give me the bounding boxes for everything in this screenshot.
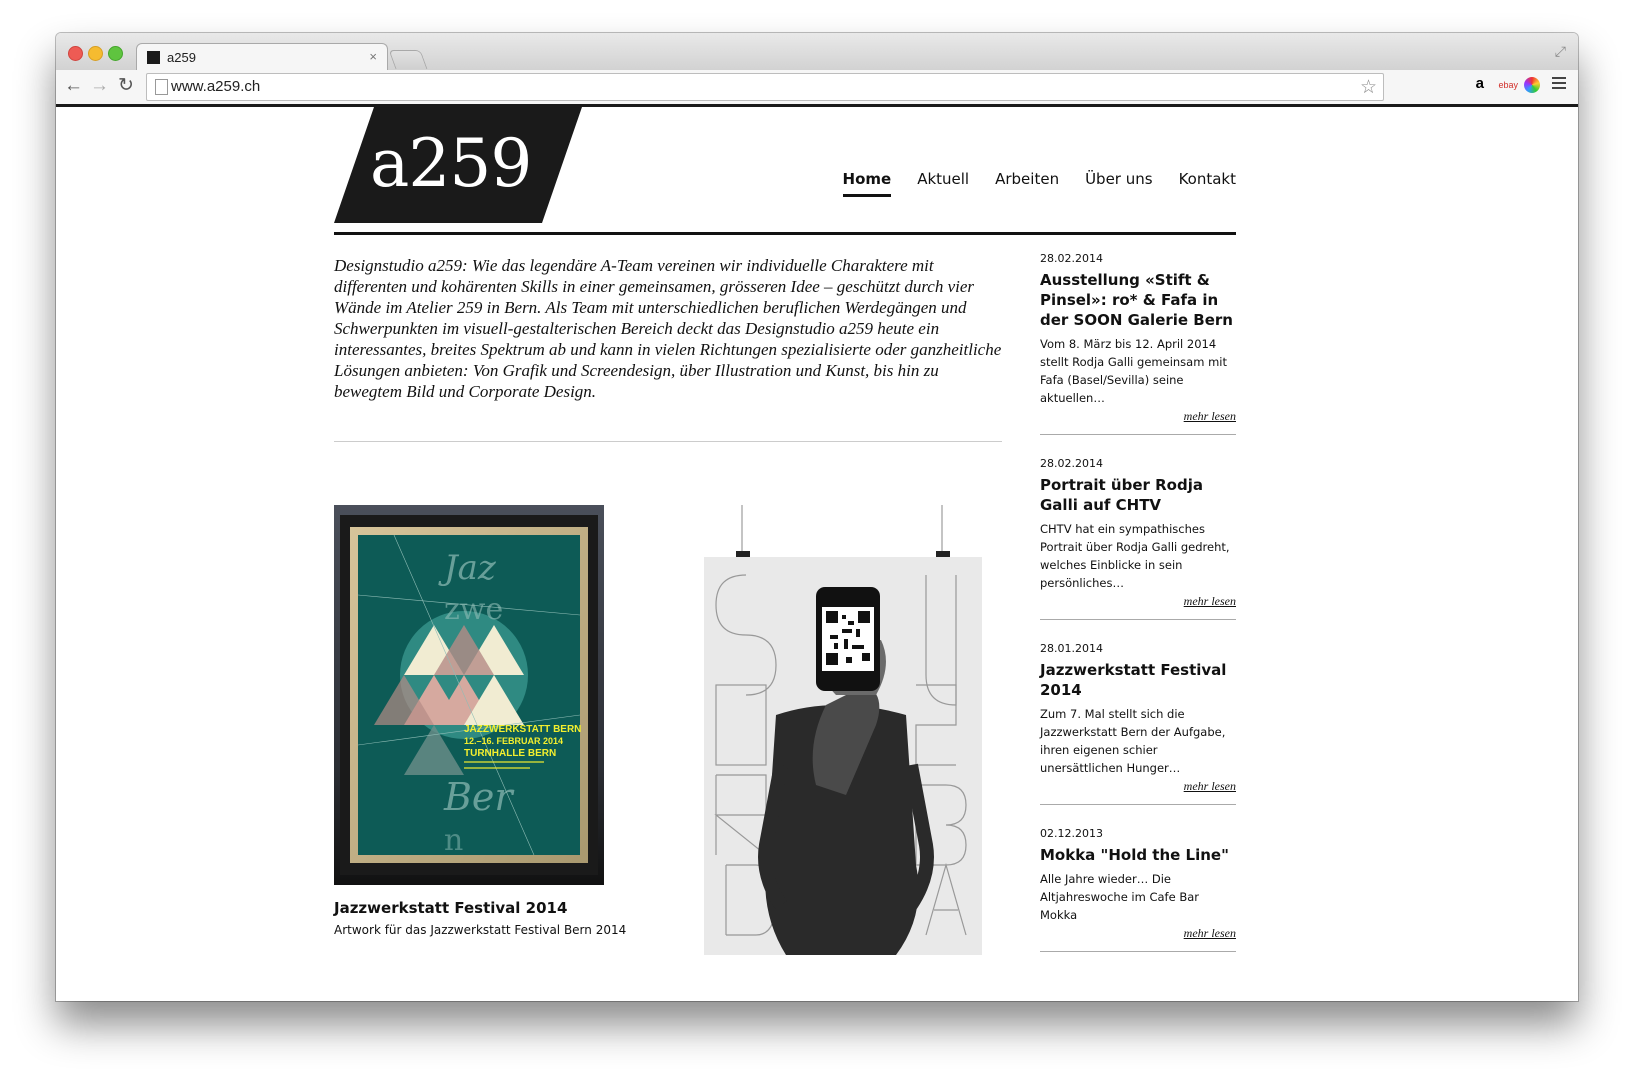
news-excerpt: Vom 8. März bis 12. April 2014 stellt Ro… bbox=[1040, 337, 1227, 405]
amazon-extension-icon[interactable]: a bbox=[1476, 75, 1484, 92]
svg-text:12.–16. FEBRUAR 2014: 12.–16. FEBRUAR 2014 bbox=[464, 736, 563, 746]
news-item: 28.02.2014 Ausstellung «Stift & Pinsel»:… bbox=[1040, 252, 1236, 435]
news-title[interactable]: Jazzwerkstatt Festival 2014 bbox=[1040, 660, 1236, 700]
title-bar: a259 × ⤢ bbox=[56, 33, 1578, 71]
read-more-link[interactable]: mehr lesen bbox=[1040, 779, 1236, 794]
address-bar[interactable]: www.a259.ch ☆ bbox=[146, 73, 1384, 101]
close-window-button[interactable] bbox=[68, 46, 83, 61]
news-excerpt: CHTV hat ein sympathisches Portrait über… bbox=[1040, 522, 1230, 590]
news-excerpt: Zum 7. Mal stellt sich die Jazzwerkstatt… bbox=[1040, 707, 1226, 775]
news-date: 02.12.2013 bbox=[1040, 827, 1103, 840]
site-logo[interactable]: a259 bbox=[334, 107, 582, 223]
svg-text:n: n bbox=[444, 823, 463, 858]
ebay-extension-icon[interactable]: ebay bbox=[1498, 80, 1518, 90]
nav-aktuell[interactable]: Aktuell bbox=[917, 170, 969, 197]
news-title[interactable]: Mokka "Hold the Line" bbox=[1040, 845, 1236, 865]
minimize-window-button[interactable] bbox=[88, 46, 103, 61]
nav-home[interactable]: Home bbox=[842, 170, 892, 197]
main-navigation: Home Aktuell Arbeiten Über uns Kontakt bbox=[842, 170, 1236, 197]
bookmark-star-icon[interactable]: ☆ bbox=[1360, 76, 1377, 99]
header-divider bbox=[334, 232, 1236, 235]
news-item: 02.12.2013 Mokka "Hold the Line" Alle Ja… bbox=[1040, 827, 1236, 952]
intro-text: Designstudio a259: Wie das legendäre A-T… bbox=[334, 256, 1002, 401]
logo-text: a259 bbox=[370, 125, 532, 202]
tab-title: a259 bbox=[167, 50, 196, 65]
favicon-icon bbox=[147, 51, 160, 64]
read-more-link[interactable]: mehr lesen bbox=[1040, 594, 1236, 609]
news-title[interactable]: Portrait über Rodja Galli auf CHTV bbox=[1040, 475, 1236, 515]
read-more-link[interactable]: mehr lesen bbox=[1040, 926, 1236, 941]
project-description: Artwork für das Jazzwerkstatt Festival B… bbox=[334, 923, 627, 937]
svg-text:JAZZWERKSTATT BERN: JAZZWERKSTATT BERN bbox=[464, 724, 581, 735]
new-tab-button[interactable] bbox=[388, 50, 428, 69]
news-item: 28.02.2014 Portrait über Rodja Galli auf… bbox=[1040, 457, 1236, 620]
news-date: 28.01.2014 bbox=[1040, 642, 1103, 655]
news-date: 28.02.2014 bbox=[1040, 252, 1103, 265]
reload-icon[interactable]: ↻ bbox=[118, 75, 134, 97]
news-sidebar: 28.02.2014 Ausstellung «Stift & Pinsel»:… bbox=[1040, 252, 1236, 974]
page-viewport: a259 Home Aktuell Arbeiten Über uns Kont… bbox=[56, 107, 1578, 1001]
page-icon bbox=[155, 79, 168, 95]
nav-kontakt[interactable]: Kontakt bbox=[1179, 170, 1236, 197]
read-more-link[interactable]: mehr lesen bbox=[1040, 409, 1236, 424]
color-picker-extension-icon[interactable] bbox=[1524, 77, 1540, 93]
forward-icon[interactable]: → bbox=[90, 75, 109, 97]
tab-close-icon[interactable]: × bbox=[369, 49, 377, 64]
nav-ueber-uns[interactable]: Über uns bbox=[1085, 170, 1153, 197]
fullscreen-icon[interactable]: ⤢ bbox=[1555, 43, 1566, 60]
news-title[interactable]: Ausstellung «Stift & Pinsel»: ro* & Fafa… bbox=[1040, 270, 1236, 330]
news-item: 28.01.2014 Jazzwerkstatt Festival 2014 Z… bbox=[1040, 642, 1236, 805]
project-title[interactable]: Jazzwerkstatt Festival 2014 bbox=[334, 899, 567, 917]
news-date: 28.02.2014 bbox=[1040, 457, 1103, 470]
menu-icon[interactable] bbox=[1552, 77, 1566, 92]
url-text[interactable]: www.a259.ch bbox=[171, 78, 260, 95]
svg-text:TURNHALLE BERN: TURNHALLE BERN bbox=[464, 748, 556, 759]
project-image-jazzwerkstatt[interactable]: Jaz zwe Ber n JAZZWERKSTATT BERN 12.–16.… bbox=[334, 505, 604, 885]
nav-arbeiten[interactable]: Arbeiten bbox=[995, 170, 1059, 197]
back-icon[interactable]: ← bbox=[64, 75, 83, 97]
svg-text:Jaz: Jaz bbox=[438, 548, 497, 588]
project-image-qr-poster[interactable] bbox=[686, 505, 1002, 955]
intro-divider bbox=[334, 441, 1002, 442]
browser-tab[interactable]: a259 × bbox=[136, 43, 388, 71]
zoom-window-button[interactable] bbox=[108, 46, 123, 61]
news-excerpt: Alle Jahre wieder… Die Altjahreswoche im… bbox=[1040, 872, 1200, 922]
svg-text:zwe: zwe bbox=[444, 592, 503, 627]
browser-window: a259 × ⤢ ← → ↻ www.a259.ch ☆ a ebay a259 bbox=[56, 33, 1578, 1001]
browser-toolbar: ← → ↻ www.a259.ch ☆ a ebay bbox=[56, 70, 1578, 105]
svg-text:Ber: Ber bbox=[443, 775, 515, 819]
